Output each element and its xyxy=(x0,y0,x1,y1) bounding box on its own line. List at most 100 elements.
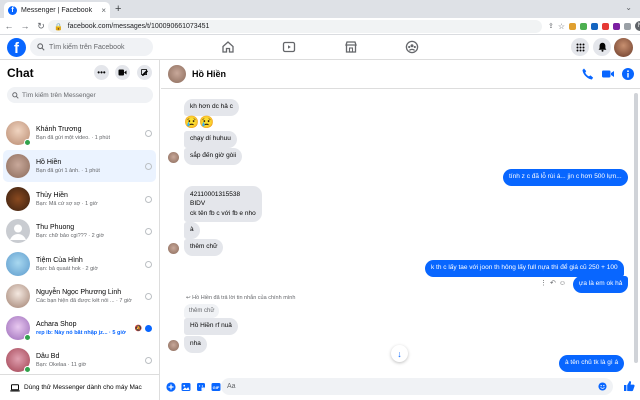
unread-dot-icon xyxy=(145,324,152,332)
sticker-icon[interactable] xyxy=(195,382,206,393)
conversation-item[interactable]: Hồ Hiền Bạn đã gửi 1 ảnh. · 1 phút xyxy=(3,150,156,182)
phone-icon[interactable] xyxy=(581,67,595,81)
conversation-item[interactable]: Tiệm Của Hình Bạn: bả quaát hok · 2 giờ xyxy=(3,248,156,280)
forward-icon[interactable]: → xyxy=(18,21,32,31)
reload-icon[interactable]: ↻ xyxy=(34,21,48,32)
watch-icon[interactable] xyxy=(282,40,296,54)
conversation-item[interactable]: Dâu Bd Bạn: Okelaa · 11 giờ xyxy=(3,344,156,376)
conversation-preview: Các bạn hiện đã được kết nối ... · 7 giờ xyxy=(36,297,132,304)
options-button[interactable]: ••• xyxy=(94,65,109,80)
message-bubble-incoming[interactable]: thêm chữ xyxy=(184,239,224,256)
message-bubble-incoming[interactable]: 42110001315538 BIDV ck tên fb c với fb e… xyxy=(184,186,262,223)
conversation-preview: Bạn: bả quaát hok · 2 giờ xyxy=(36,265,99,272)
conversation-name: Hồ Hiền xyxy=(36,158,62,166)
message-input[interactable]: Aa xyxy=(221,378,613,395)
extension-icon[interactable] xyxy=(580,22,588,30)
message-bubble-incoming[interactable]: Hồ Hiền rf nuả xyxy=(184,318,238,335)
avatar xyxy=(6,154,30,178)
share-icon[interactable]: ⇪ xyxy=(548,22,554,30)
notifications-icon[interactable] xyxy=(593,38,611,56)
conversation-item[interactable]: Achara Shop rep ib: Này nó bắt nhập jz...… xyxy=(3,312,156,344)
quoted-message[interactable]: thêm chữ xyxy=(184,304,220,319)
extension-area: ⇪ ☆ N ⋮ xyxy=(548,21,640,31)
chat-title: Chat xyxy=(7,66,34,80)
menu-grid-icon[interactable] xyxy=(571,38,589,56)
home-icon[interactable] xyxy=(221,40,235,54)
message-bubble-incoming[interactable]: à xyxy=(184,222,200,239)
tab-search-chevron-icon[interactable]: ⌄ xyxy=(625,3,632,12)
composer-placeholder: Aa xyxy=(227,383,236,390)
message-bubble-incoming[interactable]: sắp đến giờ gòii xyxy=(184,148,243,165)
bookmark-star-icon[interactable]: ☆ xyxy=(558,22,565,31)
muted-icon: 🔕 xyxy=(134,325,142,332)
delivered-icon xyxy=(145,195,152,203)
avatar xyxy=(6,219,30,243)
conversation-item[interactable]: Thủy Hiền Bạn: Mã cứ sợ sợ · 1 giờ xyxy=(3,183,156,215)
browser-tab-bar: f Messenger | Facebook × + ⌄ xyxy=(0,0,640,18)
conversation-item[interactable]: Nguyễn Ngọc Phương Linh Các bạn hiện đã đ… xyxy=(3,280,156,312)
new-message-icon[interactable] xyxy=(137,65,152,80)
conversation-item[interactable]: Khánh Trương Bạn đã gửi một video. · 1 ph… xyxy=(3,117,156,149)
delivered-icon xyxy=(145,227,152,235)
marketplace-icon[interactable] xyxy=(344,40,358,54)
reply-indicator-text: Hồ Hiền đã trả lời tin nhắn của chính mì… xyxy=(192,295,296,301)
scrollbar[interactable] xyxy=(634,93,638,363)
new-room-icon[interactable] xyxy=(115,65,130,80)
back-icon[interactable]: ← xyxy=(2,21,16,31)
message-bubble-incoming[interactable]: chạy dí huhuu xyxy=(184,131,237,148)
sender-avatar xyxy=(168,152,179,163)
delivered-icon xyxy=(145,129,152,137)
avatar xyxy=(6,316,31,341)
facebook-search-input[interactable]: Tìm kiếm trên Facebook xyxy=(30,38,153,56)
search-icon xyxy=(12,91,19,99)
plus-icon[interactable] xyxy=(165,382,176,393)
profile-icon[interactable]: N xyxy=(635,21,640,31)
messenger-search-input[interactable]: Tìm kiếm trên Messenger xyxy=(7,87,153,103)
message-bubble-outgoing[interactable]: tính z c đã lỗ rùi á... jịn c hơn 500 lự… xyxy=(503,169,628,186)
delivered-icon xyxy=(145,292,152,300)
message-bubble-outgoing[interactable]: ựa là em ok hả xyxy=(573,276,629,293)
gif-icon[interactable]: GIF xyxy=(210,382,221,393)
conversation-name: Tiệm Của Hình xyxy=(36,256,83,264)
chat-sidebar: Chat ••• Tìm kiếm trên Messenger Khánh T… xyxy=(0,60,160,400)
extension-icon[interactable] xyxy=(613,22,621,30)
info-icon[interactable] xyxy=(621,67,635,81)
contact-avatar[interactable] xyxy=(168,65,186,83)
search-placeholder: Tìm kiếm trên Messenger xyxy=(22,91,96,99)
groups-icon[interactable] xyxy=(405,40,419,54)
message-bubble-incoming[interactable]: kh hơn dc hả c xyxy=(184,99,239,116)
conversation-item[interactable]: Thu Phuong Bạn: chữ bảo cgi??? · 2 giờ xyxy=(3,215,156,247)
message-actions[interactable]: ⋮↶☺ xyxy=(540,279,569,287)
avatar xyxy=(6,348,31,373)
search-placeholder: Tìm kiếm trên Facebook xyxy=(49,43,125,51)
browser-toolbar: ← → ↻ 🔒 facebook.com/messages/t/10009066… xyxy=(0,18,640,35)
conversation-preview: rep ib: Này nó bắt nhập jz... · 5 giờ xyxy=(36,329,126,336)
like-icon[interactable] xyxy=(623,380,635,392)
message-bubble-incoming[interactable]: nha xyxy=(184,336,207,353)
mac-promo-link[interactable]: Dùng thử Messenger dành cho máy Mac xyxy=(0,374,160,400)
emoji-icon[interactable] xyxy=(598,382,607,391)
contact-name[interactable]: Hồ Hiền xyxy=(192,69,226,79)
extension-icon[interactable] xyxy=(591,22,599,30)
message-bubble-outgoing[interactable]: à tên chủ tk là gì á xyxy=(559,355,625,372)
facebook-logo[interactable]: f xyxy=(7,38,26,57)
emoji-message[interactable]: 😢😢 xyxy=(184,115,214,129)
photo-icon[interactable] xyxy=(180,382,191,393)
extension-icon[interactable] xyxy=(569,22,577,30)
browser-tab[interactable]: f Messenger | Facebook × xyxy=(4,2,110,18)
new-tab-button[interactable]: + xyxy=(115,3,121,15)
profile-avatar[interactable] xyxy=(614,38,633,57)
tab-close-icon[interactable]: × xyxy=(101,6,106,15)
extension-icon[interactable] xyxy=(602,22,610,30)
message-bubble-outgoing[interactable]: k th c lấy tae với joon th hông lấy full… xyxy=(425,260,624,277)
conversation-name: Achara Shop xyxy=(36,320,77,328)
address-bar[interactable]: 🔒 facebook.com/messages/t/10009066107345… xyxy=(48,20,542,33)
reply-indicator: ↩ Hồ Hiền đã trả lời tin nhắn của chính … xyxy=(186,295,296,301)
scroll-to-bottom-icon[interactable]: ↓ xyxy=(391,345,408,362)
message-line: ck tên fb c với fb e nho xyxy=(190,209,256,217)
conversation-preview: Bạn: chữ bảo cgi??? · 2 giờ xyxy=(36,232,105,239)
puzzle-icon[interactable] xyxy=(624,22,632,30)
delivered-icon xyxy=(145,260,152,268)
conversation-name: Nguyễn Ngọc Phương Linh xyxy=(36,288,122,296)
video-call-icon[interactable] xyxy=(601,67,615,81)
